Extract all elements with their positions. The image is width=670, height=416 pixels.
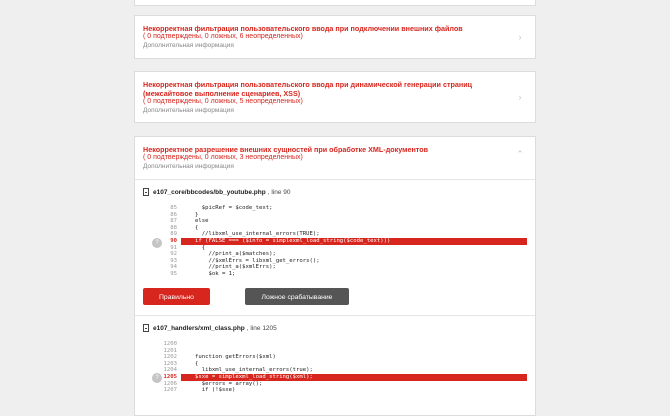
code-text: libxml_use_internal_errors(true); (195, 367, 313, 374)
line-number: 1202 (163, 354, 177, 361)
code-text: $picRef = $code_text; (195, 205, 273, 211)
code-text: { (195, 244, 206, 251)
code-line: 85 $picRef = $code_text; (143, 205, 527, 212)
line-number: 1203 (163, 360, 177, 367)
line-number: 86 (170, 211, 177, 218)
finding-divider (135, 315, 535, 316)
file-line-number: , line 90 (267, 188, 291, 196)
file-icon (143, 324, 149, 332)
line-number: 95 (170, 270, 177, 277)
code-line: 91 { (143, 245, 527, 252)
vulnerability-title-line2: (межсайтовое выполнение сценариев, XSS) (143, 89, 301, 98)
vulnerability-title: Некорректная фильтрация пользовательског… (143, 24, 463, 33)
code-line: 95 $ok = 1; (143, 271, 527, 278)
line-number: 89 (170, 231, 177, 238)
vulnerability-card-xxe[interactable]: Некорректное разрешение внешних сущносте… (134, 136, 536, 416)
code-text: //libxml_use_internal_errors(TRUE); (195, 231, 320, 238)
line-number: 1200 (163, 341, 177, 347)
vulnerability-title-line1: Некорректная фильтрация пользовательског… (143, 80, 473, 89)
code-text: //print_a($xmlErrs); (195, 264, 276, 271)
more-info-link[interactable]: Дополнительная информация (143, 42, 505, 50)
code-line: 1203 { (143, 361, 527, 368)
code-line: 89 //libxml_use_internal_errors(TRUE); (143, 231, 527, 238)
code-text: if (!$sxe) (195, 387, 236, 394)
line-number: 87 (170, 218, 177, 225)
highlighted-code-line: 1205 $sxe = simplexml_load_string($xml); (164, 373, 527, 381)
file-line-number: , line 1205 (246, 324, 277, 332)
line-number: 93 (170, 257, 177, 264)
code-line: 94 //print_a($xmlErrs); (143, 264, 527, 271)
vulnerability-title: Некорректное разрешение внешних сущносте… (143, 145, 429, 154)
code-text: $ok = 1; (195, 270, 236, 277)
code-text: function getErrors($xml) (195, 354, 276, 361)
code-line: 88 { (143, 225, 527, 232)
code-line: 1204 libxml_use_internal_errors(true); (143, 367, 527, 374)
code-line: 87 else (143, 218, 527, 225)
chevron-up-icon[interactable]: ⌃ (515, 149, 525, 159)
code-line: 86} (143, 212, 527, 219)
line-number: 94 (170, 264, 177, 271)
vulnerability-card-lfi[interactable] (134, 0, 536, 6)
code-snippet: 1200 1201 1202 function getErrors($xml) 1203… (143, 341, 527, 401)
file-path[interactable]: e107_core/bbcodes/bb_youtube.php (153, 189, 266, 196)
chevron-right-icon[interactable]: › (515, 32, 525, 42)
highlighted-code-line: 90 if (FALSE === ($info = simplexml_load_… (170, 237, 527, 245)
line-number: 88 (170, 224, 177, 231)
code-line: 93 //$xmlErrs = libxml_get_errors(); (143, 258, 527, 265)
code-text: } (195, 211, 199, 218)
code-line: 1202 function getErrors($xml) (143, 354, 527, 361)
code-text: //$xmlErrs = libxml_get_errors(); (195, 257, 320, 264)
vulnerability-stats: ( 0 подтверждены, 0 ложных, 5 неопределе… (143, 98, 303, 105)
more-info-link[interactable]: Дополнительная информация (143, 107, 505, 115)
finding-file-header: e107_core/bbcodes/bb_youtube.php , line … (143, 188, 290, 196)
question-marker-icon[interactable]: ? (152, 238, 162, 248)
code-line: 1207 if (!$sxe) (143, 387, 527, 394)
more-info-link[interactable]: Дополнительная информация (143, 163, 505, 171)
vulnerability-stats: ( 0 подтверждены, 0 ложных, 6 неопределе… (143, 33, 303, 40)
file-icon (143, 188, 149, 196)
code-text: $sxe = simplexml_load_string($xml); (195, 373, 313, 380)
file-path[interactable]: e107_handlers/xml_class.php (153, 325, 245, 332)
line-number: 1207 (163, 387, 177, 394)
code-line: 1200 (143, 341, 527, 348)
code-text: //print_a($matches); (195, 251, 276, 258)
code-line: 92 //print_a($matches); (143, 251, 527, 258)
code-text: $errors = array(); (195, 380, 263, 387)
code-text: { (195, 360, 199, 367)
line-number: 85 (170, 205, 177, 211)
code-text: else (195, 218, 209, 225)
mark-correct-button[interactable]: Правильно (143, 288, 210, 305)
line-number: 1204 (163, 367, 177, 374)
false-positive-button[interactable]: Ложное срабатывание (245, 288, 349, 305)
code-text: if (FALSE === ($info = simplexml_load_st… (195, 237, 391, 244)
vulnerability-card-file-inclusion[interactable]: Некорректная фильтрация пользовательског… (134, 15, 536, 59)
question-marker-icon[interactable]: ? (152, 373, 162, 383)
code-text: { (195, 224, 199, 231)
vulnerability-stats: ( 0 подтверждены, 0 ложных, 3 неопределе… (143, 154, 303, 161)
card-divider (135, 179, 535, 180)
code-line: 1201 (143, 348, 527, 355)
code-line: 1206 $errors = array(); (143, 381, 527, 388)
chevron-right-icon[interactable]: › (515, 92, 525, 102)
finding-file-header: e107_handlers/xml_class.php , line 1205 (143, 324, 277, 332)
code-snippet: 85 $picRef = $code_text; 86} 87 else 88{89 /… (143, 205, 527, 280)
line-number: 1201 (163, 347, 177, 354)
vulnerability-card-xss[interactable]: Некорректная фильтрация пользовательског… (134, 71, 536, 123)
line-number: 92 (170, 251, 177, 258)
